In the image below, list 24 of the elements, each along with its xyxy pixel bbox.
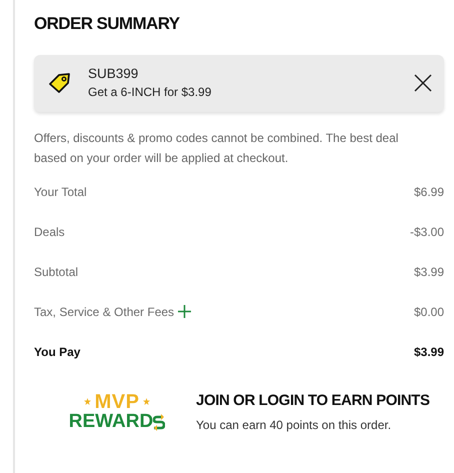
summary-value: $3.99: [414, 264, 444, 281]
summary-label: Subtotal: [34, 264, 78, 281]
promo-description: Get a 6-INCH for $3.99: [88, 84, 212, 101]
rewards-heading: JOIN OR LOGIN TO EARN POINTS: [196, 390, 430, 411]
summary-label: Tax, Service & Other Fees: [34, 304, 174, 321]
summary-value: -$3.00: [410, 224, 444, 241]
summary-label: Your Total: [34, 184, 87, 201]
disclaimer-text: Offers, discounts & promo codes cannot be combined. The best deal based on your order will be applied at checkout.: [34, 130, 400, 167]
star-icon: [143, 398, 150, 406]
summary-value: $3.99: [414, 344, 444, 361]
logo-text: MVP: [94, 392, 140, 412]
section-title: ORDER SUMMARY: [34, 14, 181, 34]
rewards-text: You can earn 40 points on this order.: [196, 417, 392, 434]
summary-value: $0.00: [414, 304, 444, 321]
summary-label: Deals: [34, 224, 65, 241]
expand-button[interactable]: [178, 305, 192, 318]
arrows-icon: [153, 412, 166, 431]
logo-text: REWARD: [68, 412, 154, 432]
summary-value: $6.99: [414, 184, 444, 201]
tag-icon: [48, 72, 72, 94]
promo-code: SUB399: [88, 66, 140, 83]
close-button[interactable]: [414, 74, 432, 92]
summary-label: You Pay: [34, 344, 80, 361]
star-icon: [84, 398, 91, 406]
